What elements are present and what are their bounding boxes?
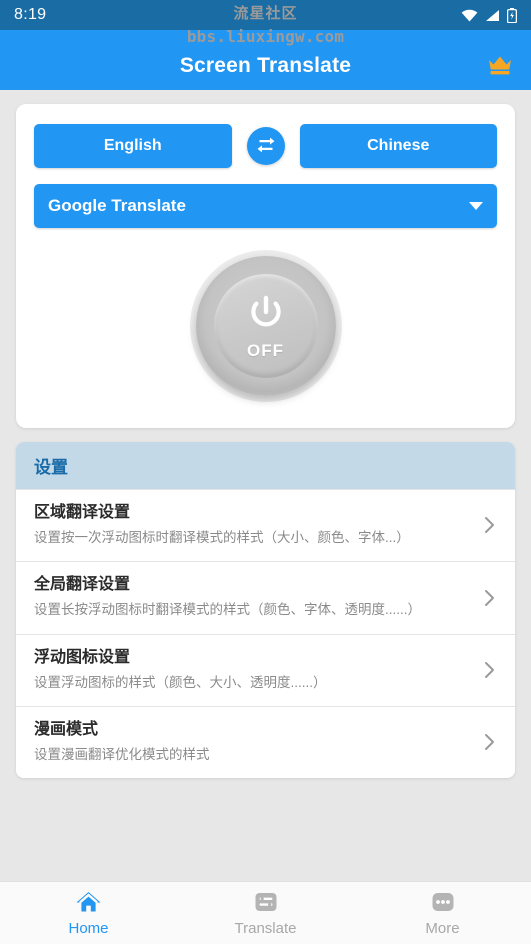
premium-crown-button[interactable] [483, 49, 517, 83]
nav-item-home[interactable]: Home [0, 890, 177, 937]
settings-card: 设置 区域翻译设置 设置按一次浮动图标时翻译模式的样式（大小、颜色、字体...）… [16, 442, 515, 779]
status-bar: 8:19 [0, 0, 531, 30]
crown-icon [487, 54, 513, 79]
setting-title: 全局翻译设置 [34, 576, 131, 594]
settings-row-floating-icon[interactable]: 浮动图标设置 设置浮动图标的样式（颜色、大小、透明度......） [16, 633, 515, 707]
translate-control-card: English Chinese Google Translate OFF [16, 104, 515, 428]
setting-subtitle: 设置漫画翻译优化模式的样式 [34, 746, 210, 762]
language-selector-row: English Chinese [34, 124, 497, 168]
signal-icon [485, 9, 500, 22]
setting-text-block: 漫画模式 设置漫画翻译优化模式的样式 [34, 720, 481, 764]
setting-text-block: 全局翻译设置 设置长按浮动图标时翻译模式的样式（颜色、字体、透明度......） [34, 575, 481, 619]
settings-section-header: 设置 [16, 442, 515, 489]
nav-label-more: More [425, 919, 460, 937]
power-button-area: OFF [34, 256, 497, 396]
chevron-right-icon [481, 661, 497, 679]
status-time: 8:19 [14, 6, 47, 23]
setting-text-block: 浮动图标设置 设置浮动图标的样式（颜色、大小、透明度......） [34, 648, 481, 692]
setting-subtitle: 设置长按浮动图标时翻译模式的样式（颜色、字体、透明度......） [34, 602, 422, 618]
swap-arrows-icon [256, 135, 276, 158]
setting-subtitle: 设置按一次浮动图标时翻译模式的样式（大小、颜色、字体...） [34, 529, 410, 545]
power-icon [244, 291, 288, 338]
target-language-button[interactable]: Chinese [299, 124, 497, 168]
main-content: English Chinese Google Translate OFF 设置 … [0, 90, 531, 881]
nav-item-more[interactable]: More [354, 890, 531, 937]
settings-section-title: 设置 [34, 458, 68, 477]
power-state-label: OFF [247, 341, 284, 360]
battery-icon [507, 7, 517, 23]
setting-title: 区域翻译设置 [34, 504, 131, 521]
settings-row-comic-mode[interactable]: 漫画模式 设置漫画翻译优化模式的样式 [16, 706, 515, 779]
nav-label-home: Home [68, 919, 109, 937]
translate-list-icon [254, 890, 278, 917]
status-icon-group [461, 7, 517, 23]
chevron-right-icon [481, 733, 497, 751]
setting-subtitle: 设置浮动图标的样式（颜色、大小、透明度......） [34, 674, 327, 690]
setting-title: 漫画模式 [34, 721, 99, 739]
setting-text-block: 区域翻译设置 设置按一次浮动图标时翻译模式的样式（大小、颜色、字体...） [34, 503, 481, 547]
more-dots-icon [431, 890, 455, 917]
settings-row-area-translate[interactable]: 区域翻译设置 设置按一次浮动图标时翻译模式的样式（大小、颜色、字体...） [16, 489, 515, 562]
settings-row-global-translate[interactable]: 全局翻译设置 设置长按浮动图标时翻译模式的样式（颜色、字体、透明度......） [16, 561, 515, 634]
power-button-inner: OFF [213, 274, 318, 378]
source-language-button[interactable]: English [34, 124, 232, 168]
chevron-right-icon [481, 516, 497, 534]
caret-down-icon [469, 202, 483, 210]
app-screen: 8:19 Screen Translate 流星社区 bbs.liuxingw.… [0, 0, 531, 944]
translate-engine-label: Google Translate [48, 196, 186, 215]
nav-label-translate: Translate [234, 919, 297, 937]
home-icon [75, 890, 102, 917]
chevron-right-icon [481, 589, 497, 607]
bottom-navigation: Home Translate More [0, 881, 531, 944]
setting-title: 浮动图标设置 [34, 648, 131, 666]
swap-languages-button[interactable] [246, 127, 285, 165]
power-toggle-button[interactable]: OFF [195, 256, 336, 396]
nav-item-translate[interactable]: Translate [177, 890, 354, 937]
translate-engine-dropdown[interactable]: Google Translate [34, 184, 497, 228]
wifi-icon [461, 9, 478, 22]
page-title: Screen Translate [179, 54, 352, 77]
app-bar: Screen Translate [0, 30, 531, 90]
